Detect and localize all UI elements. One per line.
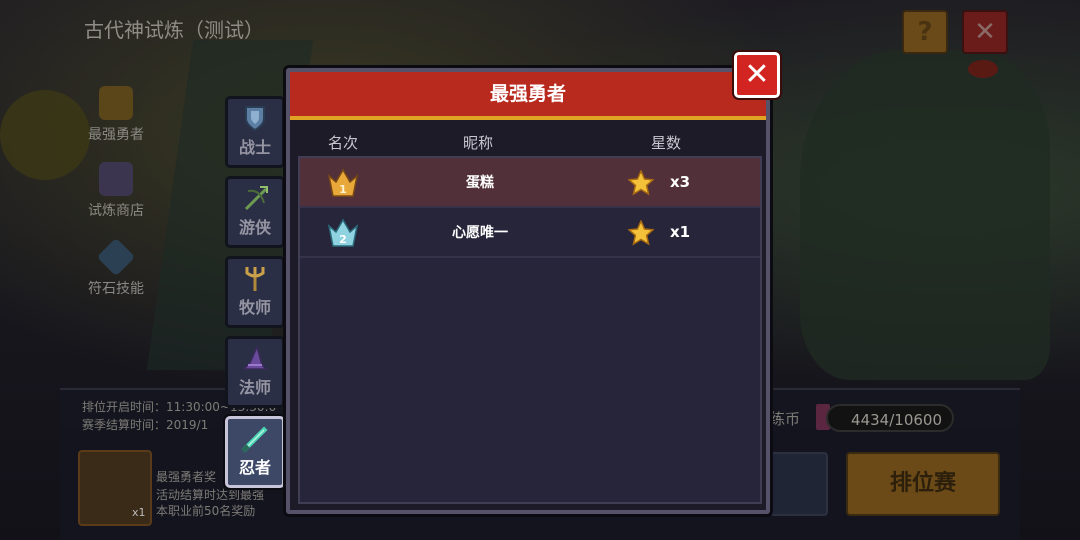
shop-icon — [99, 162, 133, 196]
tab-label: 忍者 — [238, 458, 271, 477]
tab-mage[interactable]: 法师 — [225, 336, 285, 408]
reward-count: x1 — [132, 506, 146, 519]
star-icon — [628, 220, 654, 246]
tab-warrior[interactable]: 战士 — [225, 96, 285, 168]
nav-label: 符石技能 — [88, 281, 144, 297]
reward-desc-2: 本职业前50名奖励 — [156, 504, 256, 518]
season-end-text: 赛季结算时间：2019/1 — [82, 418, 209, 432]
star-count: x3 — [670, 173, 691, 191]
nav-item-rune-skills[interactable]: 符石技能 — [78, 237, 154, 298]
bg-dragon-eye — [968, 60, 998, 78]
blade-icon — [241, 426, 268, 453]
modal-title: 最强勇者 — [489, 83, 566, 105]
secondary-button[interactable] — [770, 452, 828, 516]
star-count: x1 — [670, 223, 691, 241]
star-icon — [628, 170, 654, 196]
tab-label: 游侠 — [238, 218, 271, 237]
modal-close-button[interactable]: ✕ — [734, 52, 780, 98]
ranked-match-button[interactable]: 排位赛 — [846, 452, 1000, 516]
nav-item-top-heroes[interactable]: 最强勇者 — [78, 86, 154, 144]
column-header-rank: 名次 — [327, 134, 358, 152]
leaderboard-row[interactable]: 1 蛋糕 x3 — [300, 158, 760, 208]
silver-crown-icon: 2 — [327, 218, 359, 247]
tab-label: 战士 — [238, 138, 271, 157]
close-button[interactable]: ✕ — [962, 10, 1008, 54]
tab-label: 牧师 — [238, 298, 271, 317]
leaderboard-row[interactable]: 2 心愿唯一 x1 — [300, 208, 760, 258]
tab-priest[interactable]: 牧师 — [225, 256, 285, 328]
bg-orb — [0, 90, 90, 180]
page-title: 古代神试炼（测试） — [84, 18, 264, 42]
player-name: 蛋糕 — [466, 175, 494, 191]
bow-icon — [244, 186, 268, 211]
coin-counter: 4434/10600 — [826, 404, 954, 432]
wizard-hat-icon — [242, 344, 268, 370]
coin-label: 练币 — [770, 410, 801, 428]
bg-dragon — [800, 50, 1050, 380]
modal-header: 最强勇者 — [290, 72, 766, 120]
tab-ninja[interactable]: 忍者 — [225, 416, 285, 488]
column-header-name: 昵称 — [462, 134, 493, 152]
leaderboard-modal: 最强勇者 名次 昵称 星数 1 蛋糕 x3 2 心愿唯一 x1 — [286, 68, 770, 514]
rune-icon — [96, 237, 136, 277]
gold-crown-icon: 1 — [327, 168, 359, 197]
nav-label: 最强勇者 — [88, 127, 144, 143]
leaderboard-list[interactable]: 1 蛋糕 x3 2 心愿唯一 x1 — [298, 156, 762, 504]
shield-icon — [245, 106, 265, 132]
rank-number: 1 — [339, 183, 347, 196]
trophy-icon — [99, 86, 133, 120]
help-button[interactable]: ? — [902, 10, 948, 54]
rank-number: 2 — [339, 233, 347, 246]
column-header-stars: 星数 — [650, 134, 681, 152]
staff-icon — [245, 267, 265, 291]
nav-label: 试炼商店 — [88, 203, 144, 219]
tab-label: 法师 — [238, 378, 271, 397]
reward-title: 最强勇者奖 — [156, 470, 217, 484]
tab-ranger[interactable]: 游侠 — [225, 176, 285, 248]
nav-item-shop[interactable]: 试炼商店 — [78, 162, 154, 220]
player-name: 心愿唯一 — [452, 225, 508, 241]
reward-desc-1: 活动结算时达到最强 — [156, 488, 265, 502]
